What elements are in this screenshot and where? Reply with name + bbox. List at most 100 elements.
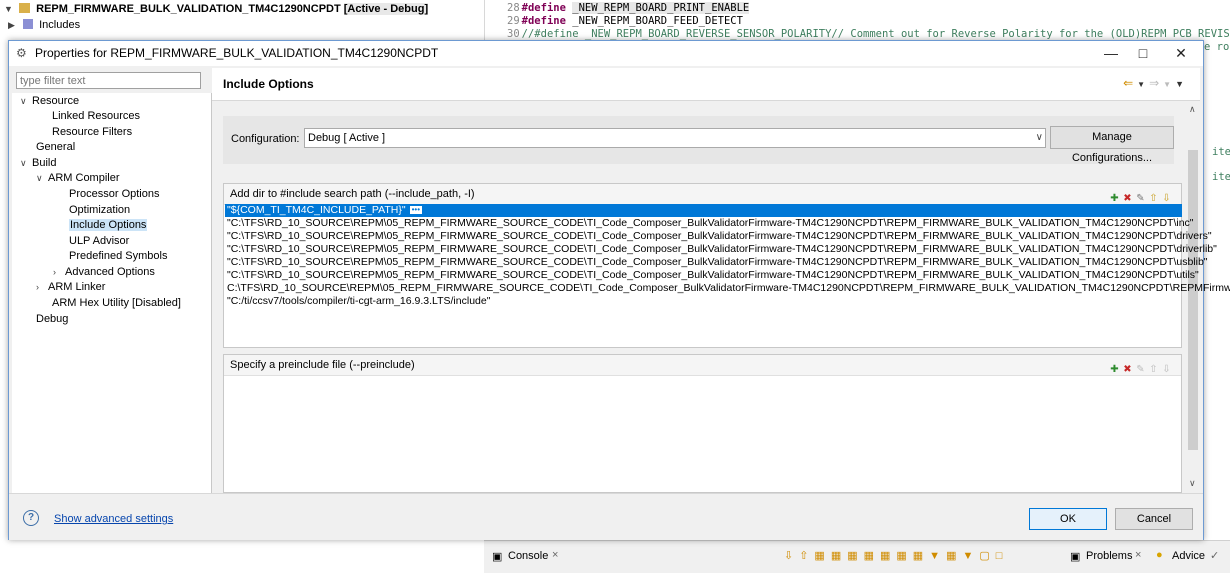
move-down-icon[interactable]: ⇩ (1162, 363, 1175, 376)
page-nav: ⇐▼⇒▼▼ (1123, 76, 1188, 90)
console-toolbar-icons[interactable]: ⇩⇧▦▦▦▦▦▦▦▼▦▼▢□ (784, 549, 1008, 562)
ok-button[interactable]: OK (1029, 508, 1107, 530)
include-path-row[interactable]: C:\TFS\RD_10_SOURCE\REPM\05_REPM_FIRMWAR… (225, 282, 1230, 295)
project-name: REPM_FIRMWARE_BULK_VALIDATION_TM4C1290NC… (36, 3, 341, 15)
close-icon[interactable]: × (552, 549, 558, 561)
forward-arrow-icon[interactable]: ⇒ (1149, 76, 1163, 90)
include-path-row[interactable]: "C:\TFS\RD_10_SOURCE\REPM\05_REPM_FIRMWA… (225, 243, 1217, 256)
problems-icon: ▣ (1070, 551, 1081, 563)
include-path-label: Add dir to #include search path (--inclu… (230, 188, 475, 200)
back-arrow-icon[interactable]: ⇐ (1123, 76, 1137, 90)
properties-dialog: ⚙ Properties for REPM_FIRMWARE_BULK_VALI… (8, 40, 1230, 540)
gear-icon: ⚙ (16, 46, 27, 60)
close-icon[interactable]: × (1135, 549, 1141, 561)
tree-item-include-options[interactable]: Include Options (69, 218, 148, 233)
settings-pane: Include Options ⇐▼⇒▼▼ Configuration: Deb… (212, 68, 1230, 493)
configuration-select[interactable]: Debug [ Active ] ∨ (304, 128, 1046, 148)
tree-item-arm-linker[interactable]: › ARM Linker (36, 280, 105, 295)
tree-item-optimization[interactable]: Optimization (69, 203, 130, 218)
manage-configurations-button[interactable]: Manage Configurations... (1050, 126, 1174, 164)
tree-item-build[interactable]: ∨ Build (20, 156, 56, 171)
includes-icon (23, 19, 34, 29)
scroll-up-icon[interactable]: ∧ (1189, 104, 1196, 115)
project-folder-icon (19, 3, 31, 13)
settings-scrollbar[interactable]: ∧ ∨ (1186, 104, 1200, 493)
tree-item-general[interactable]: General (36, 140, 75, 155)
maximize-button[interactable]: □ (1129, 43, 1157, 63)
preinclude-section: Specify a preinclude file (--preinclude)… (223, 354, 1182, 493)
code-fragment: ite (1212, 146, 1230, 158)
include-path-row[interactable]: "C:\TFS\RD_10_SOURCE\REPM\05_REPM_FIRMWA… (225, 230, 1212, 243)
show-advanced-settings-link[interactable]: Show advanced settings (54, 513, 173, 525)
close-button[interactable]: ✕ (1167, 43, 1195, 63)
configuration-value: Debug [ Active ] (308, 132, 386, 144)
project-explorer-includes-row[interactable]: ▶ Includes (8, 17, 80, 33)
code-fragment: ite (1212, 171, 1230, 183)
add-icon[interactable]: ✚ (1110, 363, 1123, 376)
configuration-bar: Configuration: Debug [ Active ] ∨ Manage… (223, 116, 1174, 164)
code-line-29: 29 #define _NEW_REPM_BOARD_FEED_DETECT (507, 15, 743, 27)
more-icon[interactable]: ••• (409, 206, 423, 215)
cancel-button[interactable]: Cancel (1115, 508, 1193, 530)
filter-input[interactable] (16, 72, 201, 89)
tree-item-advanced-options[interactable]: › Advanced Options (53, 265, 155, 280)
scrollbar-thumb[interactable] (1188, 150, 1198, 450)
chevron-right-icon[interactable]: › (36, 280, 48, 295)
chevron-down-icon[interactable]: ∨ (20, 156, 32, 171)
advice-tab[interactable]: Advice (1172, 550, 1205, 562)
chevron-right-icon[interactable]: › (53, 265, 65, 280)
chevron-down-icon[interactable]: ▼ (1137, 80, 1149, 89)
move-up-icon[interactable]: ⇧ (1149, 363, 1162, 376)
preinclude-header: Specify a preinclude file (--preinclude)… (224, 355, 1181, 376)
bottom-view-bar: ▣ Console × ⇩⇧▦▦▦▦▦▦▦▼▦▼▢□ ▣ Problems × … (484, 540, 1230, 573)
tree-item-linked-resources[interactable]: Linked Resources (52, 109, 140, 124)
page-header: Include Options ⇐▼⇒▼▼ (212, 68, 1200, 101)
scroll-down-icon[interactable]: ∨ (1189, 478, 1196, 489)
chevron-down-icon[interactable]: ∨ (36, 171, 48, 186)
dialog-title: Properties for REPM_FIRMWARE_BULK_VALIDA… (35, 46, 439, 60)
dialog-titlebar[interactable]: ⚙ Properties for REPM_FIRMWARE_BULK_VALI… (9, 41, 1203, 66)
tree-item-predefined-symbols[interactable]: Predefined Symbols (69, 249, 167, 264)
include-path-section: Add dir to #include search path (--inclu… (223, 183, 1230, 348)
configuration-label: Configuration: (231, 133, 300, 145)
delete-icon[interactable]: ✖ (1123, 363, 1136, 376)
chevron-down-icon[interactable]: ∨ (20, 94, 32, 109)
include-path-header: Add dir to #include search path (--inclu… (224, 184, 1181, 205)
edit-icon[interactable]: ✎ (1136, 363, 1149, 376)
chevron-right-icon[interactable]: ▶ (8, 17, 20, 33)
lightbulb-icon: ● (1156, 549, 1163, 561)
project-explorer: ▼ REPM_FIRMWARE_BULK_VALIDATION_TM4C1290… (0, 0, 484, 40)
tree-item-arm-compiler[interactable]: ∨ ARM Compiler (36, 171, 120, 186)
include-path-row[interactable]: "${COM_TI_TM4C_INCLUDE_PATH}" ••• (225, 204, 1182, 217)
pin-icon[interactable]: ✓ (1210, 549, 1219, 562)
page-title: Include Options (223, 77, 314, 91)
property-tree: ∨ Resource Linked Resources Resource Filt… (12, 93, 212, 493)
preinclude-toolbar: ✚✖✎⇧⇩ (1110, 359, 1175, 379)
dialog-footer: ? Show advanced settings OK Cancel (9, 493, 1203, 540)
console-tab[interactable]: Console (508, 550, 548, 562)
tree-item-arm-hex-utility[interactable]: ARM Hex Utility [Disabled] (52, 296, 181, 311)
include-path-row[interactable]: "C:/ti/ccsv7/tools/compiler/ti-cgt-arm_1… (225, 295, 490, 308)
help-icon[interactable]: ? (23, 510, 39, 526)
chevron-down-icon: ∨ (1035, 132, 1043, 143)
problems-tab[interactable]: Problems (1086, 550, 1132, 562)
tree-item-debug[interactable]: Debug (36, 312, 68, 327)
code-fragment: e rob (1204, 41, 1230, 53)
tree-item-ulp-advisor[interactable]: ULP Advisor (69, 234, 129, 249)
include-path-row[interactable]: "C:\TFS\RD_10_SOURCE\REPM\05_REPM_FIRMWA… (225, 269, 1199, 282)
chevron-down-icon[interactable]: ▼ (1163, 80, 1175, 89)
minimize-button[interactable]: — (1097, 43, 1125, 63)
include-path-row[interactable]: "C:\TFS\RD_10_SOURCE\REPM\05_REPM_FIRMWA… (225, 217, 1194, 230)
tree-item-resource-filters[interactable]: Resource Filters (52, 125, 132, 140)
includes-label: Includes (39, 19, 81, 31)
project-status: [Active - Debug] (343, 3, 429, 15)
code-line-28: 28 #define _NEW_REPM_BOARD_PRINT_ENABLE (507, 2, 750, 14)
tree-item-resource[interactable]: ∨ Resource (20, 94, 79, 109)
tree-item-processor-options[interactable]: Processor Options (69, 187, 159, 202)
project-explorer-project-row[interactable]: ▼ REPM_FIRMWARE_BULK_VALIDATION_TM4C1290… (4, 1, 429, 17)
console-icon: ▣ (492, 551, 503, 563)
view-menu-icon[interactable]: ▼ (1175, 79, 1188, 89)
include-path-row[interactable]: "C:\TFS\RD_10_SOURCE\REPM\05_REPM_FIRMWA… (225, 256, 1208, 269)
preinclude-label: Specify a preinclude file (--preinclude) (230, 359, 415, 371)
chevron-down-icon[interactable]: ▼ (4, 1, 16, 17)
